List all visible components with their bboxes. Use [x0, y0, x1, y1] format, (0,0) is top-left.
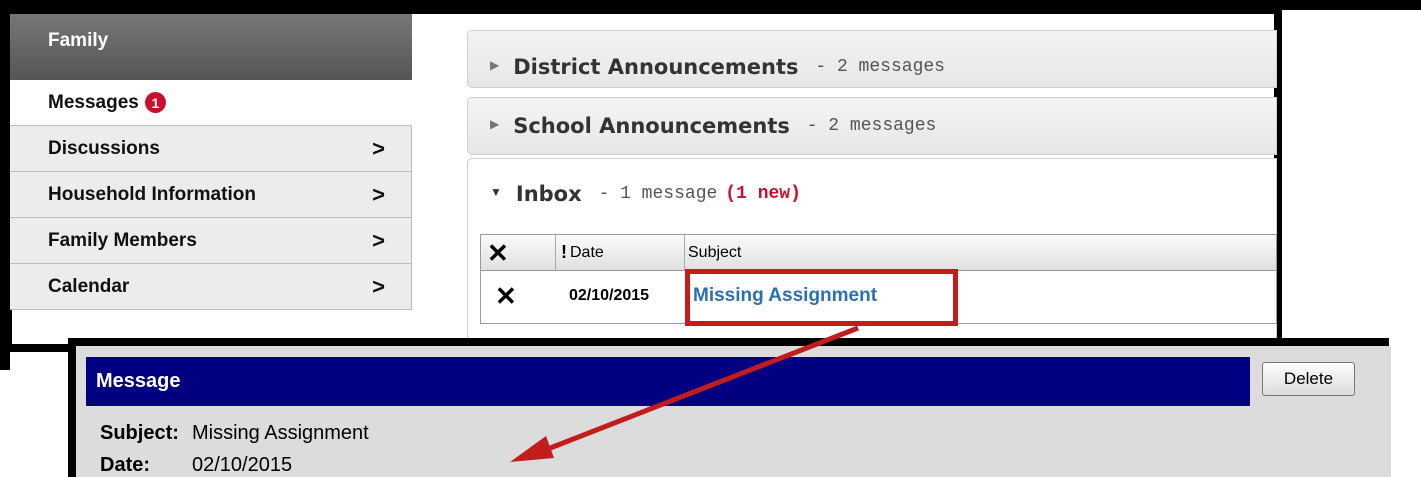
sidebar-item-messages[interactable]: Messages 1 — [10, 80, 412, 126]
subject-label: Subject: — [100, 422, 179, 444]
sidebar-item-calendar[interactable]: Calendar > — [10, 264, 412, 310]
chevron-right-icon: > — [372, 181, 385, 207]
school-announcements-panel[interactable]: ▶ School Announcements - 2 messages — [467, 97, 1277, 155]
sidebar-item-family-members[interactable]: Family Members > — [10, 218, 412, 264]
column-divider — [555, 235, 556, 270]
sidebar-item-label: Discussions — [48, 137, 160, 159]
inbox-header[interactable]: ▼ Inbox - 1 message (1 new) — [468, 159, 1276, 229]
sidebar-item-household-information[interactable]: Household Information > — [10, 172, 412, 218]
sidebar-header: Family — [10, 14, 412, 80]
panel-title: School Announcements — [513, 114, 790, 138]
collapse-arrow-icon[interactable]: ▼ — [490, 185, 502, 199]
unread-badge: 1 — [144, 92, 166, 113]
sidebar-item-label: Calendar — [48, 275, 130, 297]
subject-field: Subject: Missing Assignment — [100, 422, 369, 445]
table-header: ✕ ! Date Subject — [481, 235, 1276, 271]
new-count: (1 new) — [725, 184, 801, 204]
highlight-callout-box — [685, 269, 958, 326]
date-value: 02/10/2015 — [192, 454, 293, 476]
column-header-subject[interactable]: Subject — [688, 244, 741, 262]
chevron-right-icon: > — [372, 273, 385, 299]
column-header-date[interactable]: Date — [570, 244, 604, 262]
date-label: Date: — [100, 454, 151, 476]
delete-button[interactable]: Delete — [1262, 362, 1355, 396]
priority-icon: ! — [561, 242, 567, 262]
message-window-body: Message Delete Subject: Missing Assignmen… — [76, 346, 1391, 477]
message-window: Message Delete Subject: Missing Assignmen… — [68, 338, 1391, 477]
subject-value: Missing Assignment — [192, 422, 369, 444]
panel-count: - 1 message — [587, 184, 718, 204]
message-title: Message — [96, 370, 181, 392]
sidebar-item-label: Family Members — [48, 229, 197, 251]
sidebar-header-label: Family — [48, 30, 109, 51]
message-date: 02/10/2015 — [569, 287, 650, 304]
delete-column-icon: ✕ — [487, 238, 509, 268]
panel-title: Inbox — [515, 182, 582, 206]
sidebar-item-label: Household Information — [48, 183, 256, 205]
chevron-right-icon: > — [372, 135, 385, 161]
window-edge — [0, 352, 10, 370]
sidebar: Family Messages 1 Discussions > Househol… — [10, 14, 412, 344]
expand-arrow-icon[interactable]: ▶ — [490, 117, 499, 131]
date-field: Date: 02/10/2015 — [100, 454, 292, 477]
panel-count: - 2 messages — [795, 116, 937, 136]
district-announcements-panel[interactable]: ▶ District Announcements - 2 messages — [467, 30, 1277, 88]
chevron-right-icon: > — [372, 227, 385, 253]
sidebar-item-discussions[interactable]: Discussions > — [10, 126, 412, 172]
message-title-bar: Message — [86, 357, 1250, 406]
delete-message-icon[interactable]: ✕ — [495, 283, 517, 309]
sidebar-item-label: Messages — [48, 91, 139, 113]
column-divider — [684, 235, 685, 270]
expand-arrow-icon[interactable]: ▶ — [490, 58, 499, 72]
panel-count: - 2 messages — [804, 57, 945, 77]
panel-title: District Announcements — [513, 55, 799, 79]
